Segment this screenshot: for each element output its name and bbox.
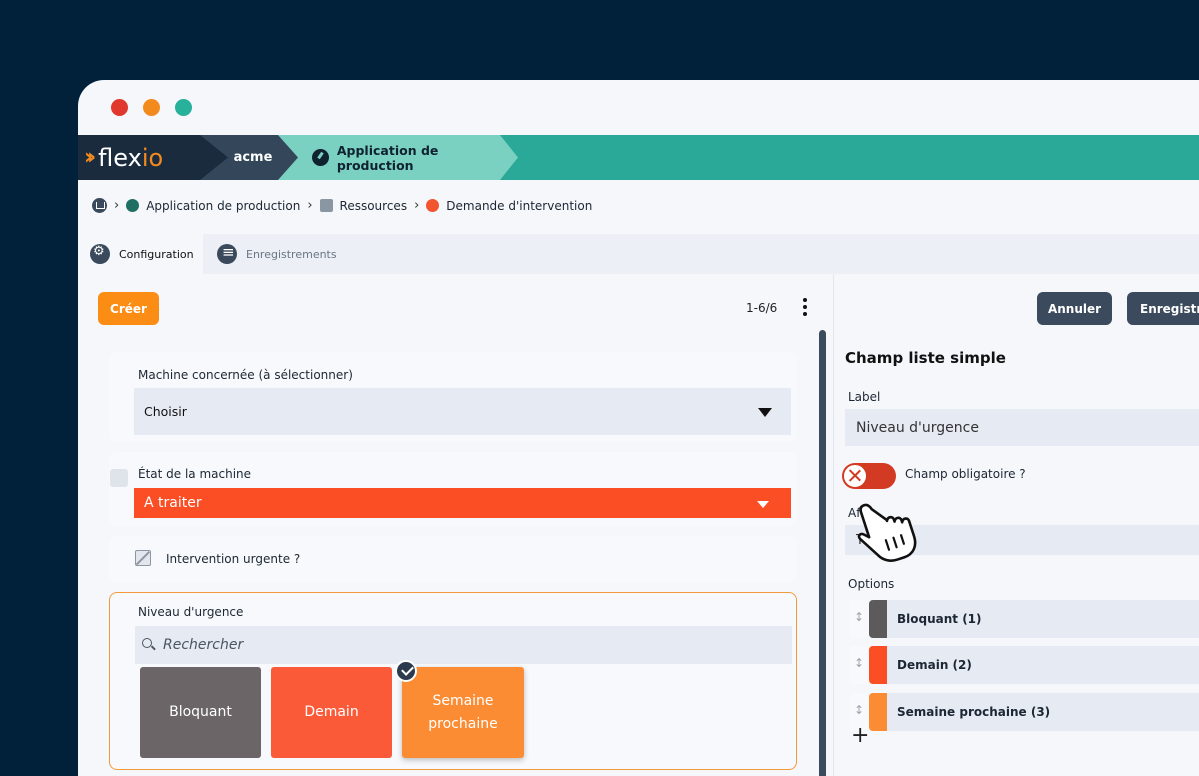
etat-select-value: A traiter — [144, 495, 202, 511]
tile-demain-label: Demain — [304, 704, 359, 721]
pagination-counter: 1-6/6 — [746, 301, 778, 315]
resources-icon — [319, 199, 333, 212]
home-icon[interactable] — [92, 198, 107, 213]
urgent-field-label: Intervention urgente ? — [166, 552, 301, 566]
gear-icon — [90, 244, 110, 264]
chevron-right-icon: › — [414, 198, 420, 213]
niveau-search-placeholder: Rechercher — [163, 637, 244, 653]
chevron-right-icon: › — [114, 198, 120, 213]
label-field-label: Label — [848, 390, 881, 404]
megaphone-icon — [426, 199, 440, 212]
option-row[interactable]: Semaine prochaine (3) — [849, 693, 1199, 731]
etat-field-card: État de la machine A traiter — [109, 452, 797, 526]
gauge-icon — [126, 199, 140, 212]
form-preview-panel: Créer 1-6/6 Machine concernée (à sélecti… — [78, 274, 833, 776]
option-color-swatch[interactable] — [869, 600, 887, 638]
flexio-logo[interactable]: ›› flexio — [78, 135, 228, 180]
maximize-window-dot[interactable] — [175, 99, 192, 116]
option-color-swatch[interactable] — [869, 693, 887, 731]
tab-configuration[interactable]: Configuration — [78, 234, 203, 274]
chevron-right-icon: › — [307, 198, 313, 213]
drag-handle-icon[interactable] — [849, 646, 869, 684]
save-button[interactable]: Enregistrer — [1127, 292, 1199, 325]
machine-field-card: Machine concernée (à sélectionner) Chois… — [109, 352, 797, 442]
tile-semaine-label: Semaine prochaine — [428, 693, 498, 732]
app-segment[interactable]: Application de production — [278, 135, 518, 180]
tile-bloquant[interactable]: Bloquant — [140, 667, 261, 758]
add-option-icon[interactable]: + — [851, 723, 869, 748]
option-label[interactable]: Bloquant (1) — [887, 600, 1199, 638]
app-window: ›› flexio acme Application de production… — [78, 80, 1199, 776]
urgent-checkbox[interactable] — [135, 550, 151, 566]
tile-bloquant-label: Bloquant — [169, 704, 232, 721]
niveau-field-card[interactable]: Niveau d'urgence Rechercher Bloquant Dem… — [109, 592, 797, 770]
breadcrumb-item-demande[interactable]: Demande d'intervention — [446, 199, 592, 213]
org-name: acme — [233, 150, 273, 165]
label-input-value: Niveau d'urgence — [856, 419, 979, 436]
option-label[interactable]: Semaine prochaine (3) — [887, 693, 1199, 731]
machine-field-label: Machine concernée (à sélectionner) — [138, 368, 353, 382]
create-button[interactable]: Créer — [98, 292, 159, 325]
niveau-field-label: Niveau d'urgence — [138, 605, 244, 619]
required-toggle[interactable] — [842, 463, 896, 489]
tab-enregistrements-label: Enregistrements — [246, 247, 337, 261]
more-options-icon[interactable] — [802, 298, 808, 318]
tab-bar: Configuration Enregistrements — [78, 234, 1199, 274]
cancel-button[interactable]: Annuler — [1037, 292, 1112, 325]
top-navigation-bar: ›› flexio acme Application de production — [78, 135, 1199, 180]
option-label[interactable]: Demain (2) — [887, 646, 1199, 684]
selected-check-icon — [395, 660, 417, 682]
list-icon — [217, 243, 237, 264]
close-icon — [843, 464, 867, 488]
breadcrumb-item-ressources[interactable]: Ressources — [340, 199, 408, 213]
etat-field-label: État de la machine — [138, 467, 252, 481]
tab-configuration-label: Configuration — [119, 247, 194, 261]
required-label: Champ obligatoire ? — [905, 467, 1026, 481]
scrollbar[interactable] — [819, 330, 826, 776]
option-color-swatch[interactable] — [869, 646, 887, 684]
tab-enregistrements[interactable]: Enregistrements — [217, 234, 337, 274]
close-window-dot[interactable] — [111, 99, 128, 116]
search-icon — [142, 638, 152, 648]
tile-demain[interactable]: Demain — [271, 667, 392, 758]
machine-select-value: Choisir — [144, 404, 187, 419]
urgent-field-card: Intervention urgente ? — [109, 536, 797, 582]
options-label: Options — [848, 577, 895, 591]
logo-text: flexio — [98, 143, 164, 172]
caret-down-icon — [758, 408, 772, 417]
app-name: Application de production — [336, 142, 439, 173]
logo-chevron-icon: ›› — [84, 145, 96, 170]
panel-title: Champ liste simple — [845, 349, 1006, 367]
niveau-search-input[interactable]: Rechercher — [135, 626, 792, 664]
breadcrumb: › Application de production › Ressources… — [92, 198, 592, 213]
gauge-icon — [312, 149, 329, 166]
minimize-window-dot[interactable] — [143, 99, 160, 116]
hand-pointer-icon — [857, 503, 917, 562]
label-input[interactable]: Niveau d'urgence — [845, 409, 1199, 446]
field-handle-icon — [110, 469, 128, 487]
caret-down-icon — [757, 501, 769, 508]
etat-select[interactable]: A traiter — [134, 488, 791, 518]
option-row[interactable]: Demain (2) — [849, 646, 1199, 684]
drag-handle-icon[interactable] — [849, 600, 869, 638]
option-row[interactable]: Bloquant (1) — [849, 600, 1199, 638]
tile-semaine-prochaine[interactable]: Semaine prochaine — [402, 667, 524, 758]
breadcrumb-item-application[interactable]: Application de production — [146, 199, 300, 213]
machine-select[interactable]: Choisir — [134, 388, 791, 435]
